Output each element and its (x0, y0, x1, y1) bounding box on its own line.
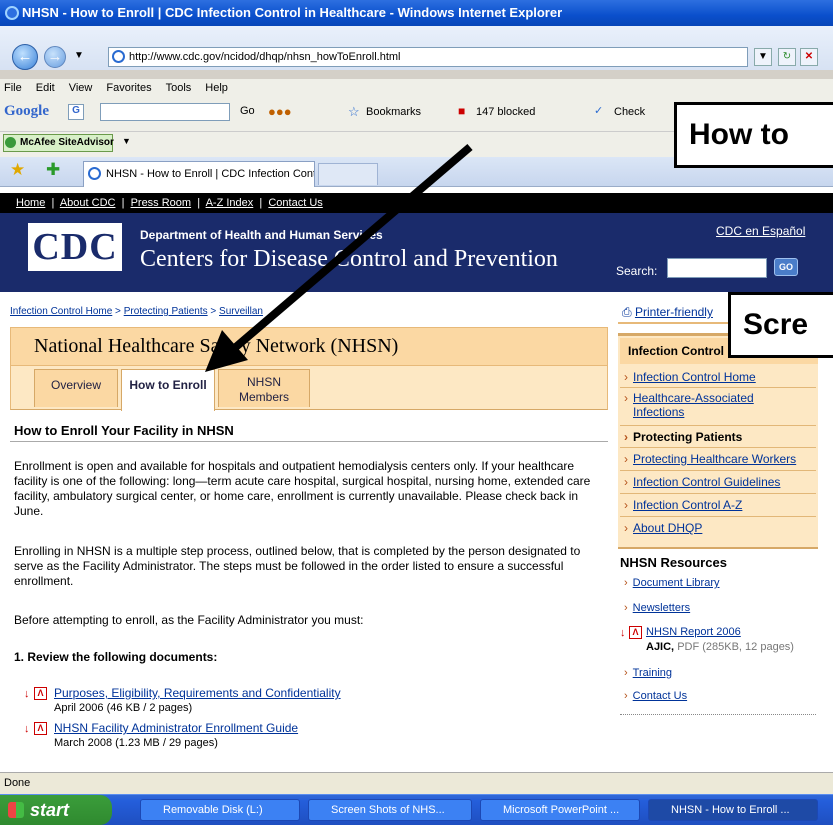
task-powerpoint[interactable]: Microsoft PowerPoint ... (480, 799, 640, 821)
task-nhsn-ie[interactable]: NHSN - How to Enroll ... (648, 799, 818, 821)
status-text: Done (4, 777, 31, 789)
task-removable-disk[interactable]: Removable Disk (L:) (140, 799, 300, 821)
task-screen-shots[interactable]: Screen Shots of NHS... (308, 799, 472, 821)
annotation-arrow (205, 143, 473, 372)
windows-logo-icon (8, 802, 24, 818)
status-bar: Done (0, 772, 833, 794)
